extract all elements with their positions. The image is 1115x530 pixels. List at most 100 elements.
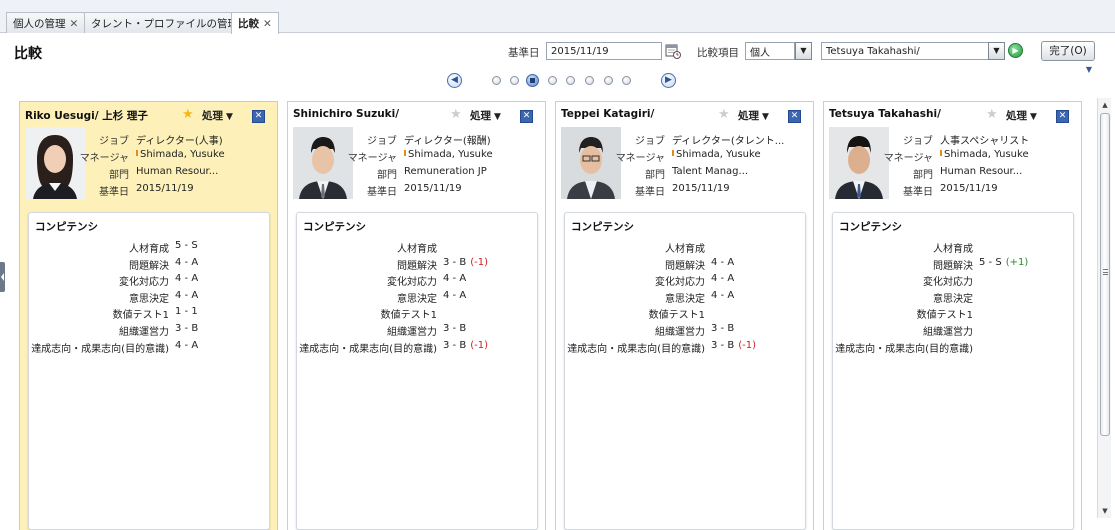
tab-compare[interactable]: 比較 ✕	[231, 12, 279, 34]
competency-label: 達成志向・成果志向(目的意識)	[567, 343, 705, 355]
tab-label: 個人の管理	[13, 18, 66, 30]
competency-value: 4 - A	[711, 273, 735, 285]
date-value: 2015/11/19	[136, 183, 194, 194]
department-label: 部門	[645, 170, 665, 181]
grip-icon	[1103, 269, 1108, 275]
competency-label: 人材育成	[129, 244, 169, 255]
date-field[interactable]	[546, 42, 662, 60]
competency-panel: コンピテンシ 人材育成 5 - S 問題解決 4 - A 変化対応力 4 - A 意思…	[28, 212, 270, 530]
calendar-icon[interactable]	[665, 43, 681, 59]
competency-value: 3 - B	[175, 322, 199, 334]
competency-value: 4 - A	[711, 256, 735, 268]
competency-label: 数値テスト1	[112, 310, 169, 322]
action-menu[interactable]: 処理 ▼	[1006, 108, 1037, 123]
competency-row: 意思決定 4 - A	[297, 288, 537, 305]
competency-row: 達成志向・成果志向(目的意識) 3 - B (-1)	[297, 338, 537, 355]
page-dot[interactable]	[492, 76, 501, 85]
close-icon[interactable]: ✕	[70, 18, 79, 30]
compare-item-select[interactable]	[745, 42, 795, 60]
go-arrow-icon[interactable]: ▶	[1008, 43, 1023, 58]
page-dot[interactable]	[548, 76, 557, 85]
close-icon[interactable]: ✕	[252, 110, 265, 123]
job-value: ディレクター(報酬)	[404, 136, 491, 147]
competency-label: 意思決定	[933, 293, 973, 305]
person-card[interactable]: Teppei Katagiri/ ★ 処理 ▼ ✕ ジョブ ディレクター(タレント.…	[555, 101, 814, 530]
star-icon[interactable]: ★	[718, 107, 730, 122]
competency-value: 4 - A	[175, 339, 199, 351]
competency-row: 組織運営力 3 - B	[565, 321, 805, 338]
competency-label: 変化対応力	[923, 277, 973, 289]
competency-label: 問題解決	[665, 260, 705, 272]
competency-label: 達成志向・成果志向(目的意識)	[31, 343, 169, 355]
compare-item-label: 比較項目	[697, 47, 739, 59]
scroll-up-icon[interactable]: ▲	[1100, 100, 1110, 110]
page-dot[interactable]	[566, 76, 575, 85]
competency-value: 4 - A	[443, 289, 467, 301]
close-icon[interactable]: ✕	[520, 110, 533, 123]
date-label: 基準日	[367, 187, 397, 198]
page-dot[interactable]	[585, 76, 594, 85]
person-card[interactable]: Riko Uesugi/ 上杉 理子 ★ 処理 ▼ ✕ ジョブ ディレクター(人事)…	[19, 101, 278, 530]
department-value: Remuneration JP	[404, 166, 487, 177]
competency-value: 3 - B	[711, 339, 735, 351]
action-menu[interactable]: 処理 ▼	[202, 108, 233, 123]
person-select[interactable]	[821, 42, 989, 60]
close-icon[interactable]: ✕	[1056, 110, 1069, 123]
next-page-button[interactable]: ▶	[661, 73, 676, 88]
date-label: 基準日	[635, 187, 665, 198]
flag-icon	[136, 150, 138, 156]
competency-label: 組織運営力	[119, 326, 169, 338]
competency-row: 達成志向・成果志向(目的意識) 4 - A	[29, 338, 269, 355]
competency-label: 意思決定	[129, 293, 169, 305]
chevron-down-icon: ▼	[494, 112, 501, 122]
competency-value: 4 - A	[443, 273, 467, 285]
done-button[interactable]: 完了(O)	[1041, 41, 1095, 61]
prev-page-button[interactable]: ◀	[447, 73, 462, 88]
job-value: 人事スペシャリスト	[940, 136, 1030, 147]
scroll-thumb[interactable]	[1100, 113, 1110, 436]
person-name[interactable]: Riko Uesugi/ 上杉 理子	[25, 108, 148, 123]
manager-value[interactable]: Shimada, Yusuke	[408, 149, 493, 160]
star-icon[interactable]: ★	[182, 107, 194, 122]
competency-value: 4 - A	[175, 256, 199, 268]
action-menu[interactable]: 処理 ▼	[470, 108, 501, 123]
competency-title: コンピテンシ	[303, 221, 366, 233]
department-value: Human Resour...	[136, 166, 219, 177]
person-name[interactable]: Tetsuya Takahashi/	[829, 108, 941, 120]
close-icon[interactable]: ✕	[263, 18, 272, 30]
star-icon[interactable]: ★	[986, 107, 998, 122]
competency-value: 5 - S	[979, 256, 1002, 268]
person-name[interactable]: Shinichiro Suzuki/	[293, 108, 399, 120]
page-dot[interactable]	[604, 76, 613, 85]
person-card[interactable]: Shinichiro Suzuki/ ★ 処理 ▼ ✕ ジョブ ディレクター(報酬)…	[287, 101, 546, 530]
competency-label: 変化対応力	[119, 277, 169, 289]
tab-person-management[interactable]: 個人の管理 ✕	[6, 12, 86, 33]
vertical-scrollbar[interactable]: ▲ ▼	[1097, 98, 1111, 518]
page-dot-current[interactable]	[526, 74, 539, 87]
competency-row: 数値テスト1 1 - 1	[29, 304, 269, 321]
competency-label: 問題解決	[129, 260, 169, 272]
close-icon[interactable]: ✕	[788, 110, 801, 123]
collapse-icon[interactable]: ▼	[1080, 66, 1098, 74]
action-label: 処理	[202, 110, 223, 122]
manager-value[interactable]: Shimada, Yusuke	[140, 149, 225, 160]
scroll-down-icon[interactable]: ▼	[1100, 506, 1110, 516]
competency-label: 組織運営力	[923, 326, 973, 338]
action-menu[interactable]: 処理 ▼	[738, 108, 769, 123]
page-dot[interactable]	[510, 76, 519, 85]
chevron-down-icon[interactable]: ▼	[988, 42, 1005, 60]
person-name[interactable]: Teppei Katagiri/	[561, 108, 654, 120]
comparison-cards: Riko Uesugi/ 上杉 理子 ★ 処理 ▼ ✕ ジョブ ディレクター(人事)…	[0, 98, 1094, 530]
person-card[interactable]: Tetsuya Takahashi/ ★ 処理 ▼ ✕ ジョブ 人事スペシャリスト …	[823, 101, 1082, 530]
competency-row: 人材育成 5 - S	[29, 238, 269, 255]
chevron-down-icon[interactable]: ▼	[795, 42, 812, 60]
manager-value[interactable]: Shimada, Yusuke	[944, 149, 1029, 160]
tab-label: タレント・プロファイルの管理	[91, 18, 238, 30]
competency-row: 数値テスト1	[833, 304, 1073, 321]
chevron-right-circle-icon: ▶	[665, 75, 672, 85]
page-dot[interactable]	[622, 76, 631, 85]
competency-label: 達成志向・成果志向(目的意識)	[835, 343, 973, 355]
star-icon[interactable]: ★	[450, 107, 462, 122]
manager-label: マネージャ	[883, 153, 933, 164]
manager-value[interactable]: Shimada, Yusuke	[676, 149, 761, 160]
